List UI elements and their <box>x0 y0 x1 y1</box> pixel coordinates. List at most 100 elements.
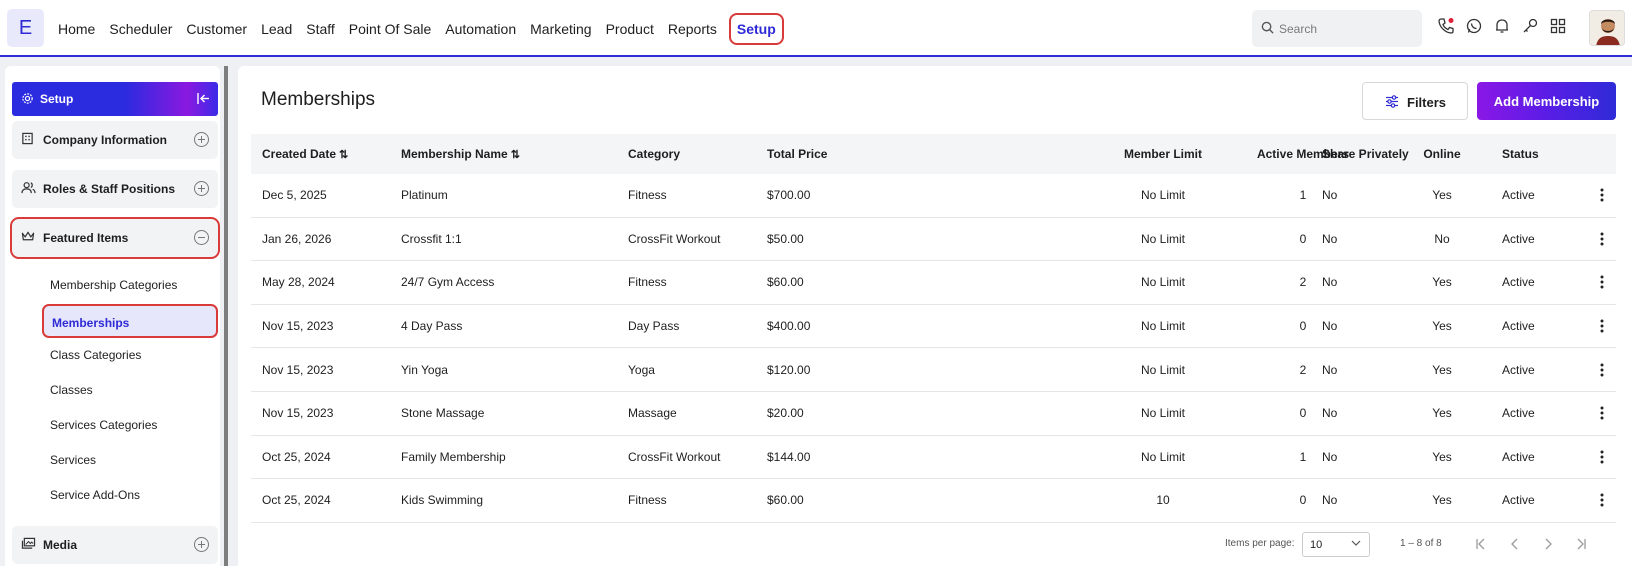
items-per-page-select[interactable]: 10 <box>1302 532 1370 557</box>
cell-active: 2 <box>1299 275 1307 290</box>
nav-item-marketing[interactable]: Marketing <box>530 21 591 37</box>
user-avatar[interactable] <box>1589 10 1625 46</box>
table-header: Created Date ⇅ Membership Name ⇅ Category … <box>251 134 1616 174</box>
cell-status: Active <box>1502 275 1535 290</box>
cell-category: Day Pass <box>628 319 680 334</box>
nav-item-staff[interactable]: Staff <box>306 21 335 37</box>
table-row[interactable]: Jan 26, 2026 Crossfit 1:1 CrossFit Workout… <box>251 218 1616 262</box>
sidebar-item-services-categories[interactable]: Services Categories <box>50 418 157 432</box>
cell-limit: No Limit <box>1140 449 1185 464</box>
cell-category: Fitness <box>628 275 667 290</box>
cell-limit: No Limit <box>1140 319 1185 334</box>
next-page-icon[interactable] <box>1542 538 1554 550</box>
sidebar-section-label: Featured Items <box>43 231 129 245</box>
column-header-category: Category <box>628 147 681 161</box>
cell-name: Family Membership <box>401 449 506 464</box>
collapse-icon[interactable] <box>194 230 209 245</box>
nav-item-automation[interactable]: Automation <box>445 21 516 37</box>
phone-icon[interactable] <box>1437 17 1455 35</box>
row-actions-icon[interactable] <box>1600 218 1604 261</box>
cell-active: 0 <box>1299 406 1307 421</box>
table-body: Dec 5, 2025 Platinum Fitness $700.00 No Limi… <box>251 174 1616 523</box>
sidebar-item-service-add-ons[interactable]: Service Add-Ons <box>50 488 140 502</box>
cell-share: No <box>1322 493 1338 508</box>
key-icon[interactable] <box>1521 17 1539 35</box>
table-row[interactable]: Nov 15, 2023 Stone Massage Massage $20.00 No… <box>251 392 1616 436</box>
search-input[interactable] <box>1279 10 1417 47</box>
table-row[interactable]: Nov 15, 2023 4 Day Pass Day Pass $400.00 No … <box>251 305 1616 349</box>
table-row[interactable]: Dec 5, 2025 Platinum Fitness $700.00 No Limi… <box>251 174 1616 218</box>
grid-icon[interactable] <box>1549 17 1567 35</box>
cell-status: Active <box>1502 188 1535 203</box>
top-navigation-bar: E Home Scheduler Customer Lead Staff Point Of… <box>0 0 1632 57</box>
collapse-sidebar-icon[interactable] <box>196 91 211 106</box>
sidebar-scrollbar[interactable] <box>224 66 228 566</box>
sidebar-section-label: Media <box>43 538 78 552</box>
cell-share: No <box>1322 449 1338 464</box>
sidebar-item-class-categories[interactable]: Class Categories <box>50 348 141 362</box>
column-header-online: Online <box>1423 147 1461 161</box>
previous-page-icon[interactable] <box>1509 538 1521 550</box>
first-page-icon[interactable] <box>1475 538 1487 550</box>
expand-icon[interactable] <box>194 181 209 196</box>
table-row[interactable]: May 28, 2024 24/7 Gym Access Fitness $60.00… <box>251 261 1616 305</box>
sort-icon[interactable]: ⇅ <box>511 148 520 161</box>
sidebar-section-roles[interactable]: Roles & Staff Positions <box>12 170 218 208</box>
cell-price: $60.00 <box>767 275 804 290</box>
items-per-page-value: 10 <box>1310 539 1323 551</box>
table-row[interactable]: Oct 25, 2024 Family Membership CrossFit Wo… <box>251 436 1616 480</box>
nav-item-customer[interactable]: Customer <box>186 21 247 37</box>
nav-item-point-of-sale[interactable]: Point Of Sale <box>349 21 432 37</box>
sidebar-section-company-information[interactable]: Company Information <box>12 121 218 159</box>
nav-item-scheduler[interactable]: Scheduler <box>109 21 172 37</box>
cell-date: Jan 26, 2026 <box>262 231 332 246</box>
sliders-icon <box>1385 95 1399 111</box>
column-header-member-limit: Member Limit <box>1123 147 1202 161</box>
nav-item-reports[interactable]: Reports <box>668 21 717 37</box>
last-page-icon[interactable] <box>1575 538 1587 550</box>
column-header-membership-name[interactable]: Membership Name ⇅ <box>401 134 520 174</box>
row-actions-icon[interactable] <box>1600 305 1604 348</box>
row-actions-icon[interactable] <box>1600 436 1604 479</box>
row-actions-icon[interactable] <box>1600 392 1604 435</box>
sidebar-section-featured-items[interactable]: Featured Items <box>10 217 220 259</box>
cell-online: No <box>1434 231 1450 246</box>
cell-date: Nov 15, 2023 <box>262 406 334 421</box>
column-header-total-price: Total Price <box>767 147 828 161</box>
sidebar-section-label: Roles & Staff Positions <box>43 182 176 196</box>
users-icon <box>21 182 36 194</box>
cell-online: Yes <box>1432 319 1452 334</box>
search-box[interactable] <box>1252 10 1422 47</box>
sidebar-item-services[interactable]: Services <box>50 453 96 467</box>
whatsapp-icon[interactable] <box>1465 17 1483 35</box>
sidebar-item-membership-categories[interactable]: Membership Categories <box>50 278 177 292</box>
row-actions-icon[interactable] <box>1600 261 1604 304</box>
cell-share: No <box>1322 319 1338 334</box>
nav-item-setup[interactable]: Setup <box>728 12 784 45</box>
bell-icon[interactable] <box>1493 17 1511 35</box>
row-actions-icon[interactable] <box>1600 174 1604 217</box>
sidebar-section-media[interactable]: Media <box>12 526 218 564</box>
nav-item-product[interactable]: Product <box>606 21 654 37</box>
nav-item-lead[interactable]: Lead <box>261 21 292 37</box>
filters-button[interactable]: Filters <box>1362 82 1468 120</box>
sidebar-item-memberships[interactable]: Memberships <box>42 304 218 338</box>
table-row[interactable]: Oct 25, 2024 Kids Swimming Fitness $60.00 10… <box>251 479 1616 523</box>
cell-status: Active <box>1502 449 1535 464</box>
sidebar-section-label: Company Information <box>43 133 168 147</box>
column-header-created-date[interactable]: Created Date ⇅ <box>262 134 348 174</box>
row-actions-icon[interactable] <box>1600 479 1604 522</box>
add-membership-button[interactable]: Add Membership <box>1477 82 1616 120</box>
sidebar-item-classes[interactable]: Classes <box>50 383 93 397</box>
filters-label: Filters <box>1407 95 1447 110</box>
nav-item-home[interactable]: Home <box>58 21 95 37</box>
cell-date: Oct 25, 2024 <box>262 493 331 508</box>
expand-icon[interactable] <box>194 132 209 147</box>
row-actions-icon[interactable] <box>1600 348 1604 391</box>
table-row[interactable]: Nov 15, 2023 Yin Yoga Yoga $120.00 No Limit 2… <box>251 348 1616 392</box>
sort-icon[interactable]: ⇅ <box>339 148 348 161</box>
app-logo[interactable]: E <box>7 9 44 47</box>
expand-icon[interactable] <box>194 537 209 552</box>
page-title: Memberships <box>261 89 376 110</box>
cell-online: Yes <box>1432 493 1452 508</box>
